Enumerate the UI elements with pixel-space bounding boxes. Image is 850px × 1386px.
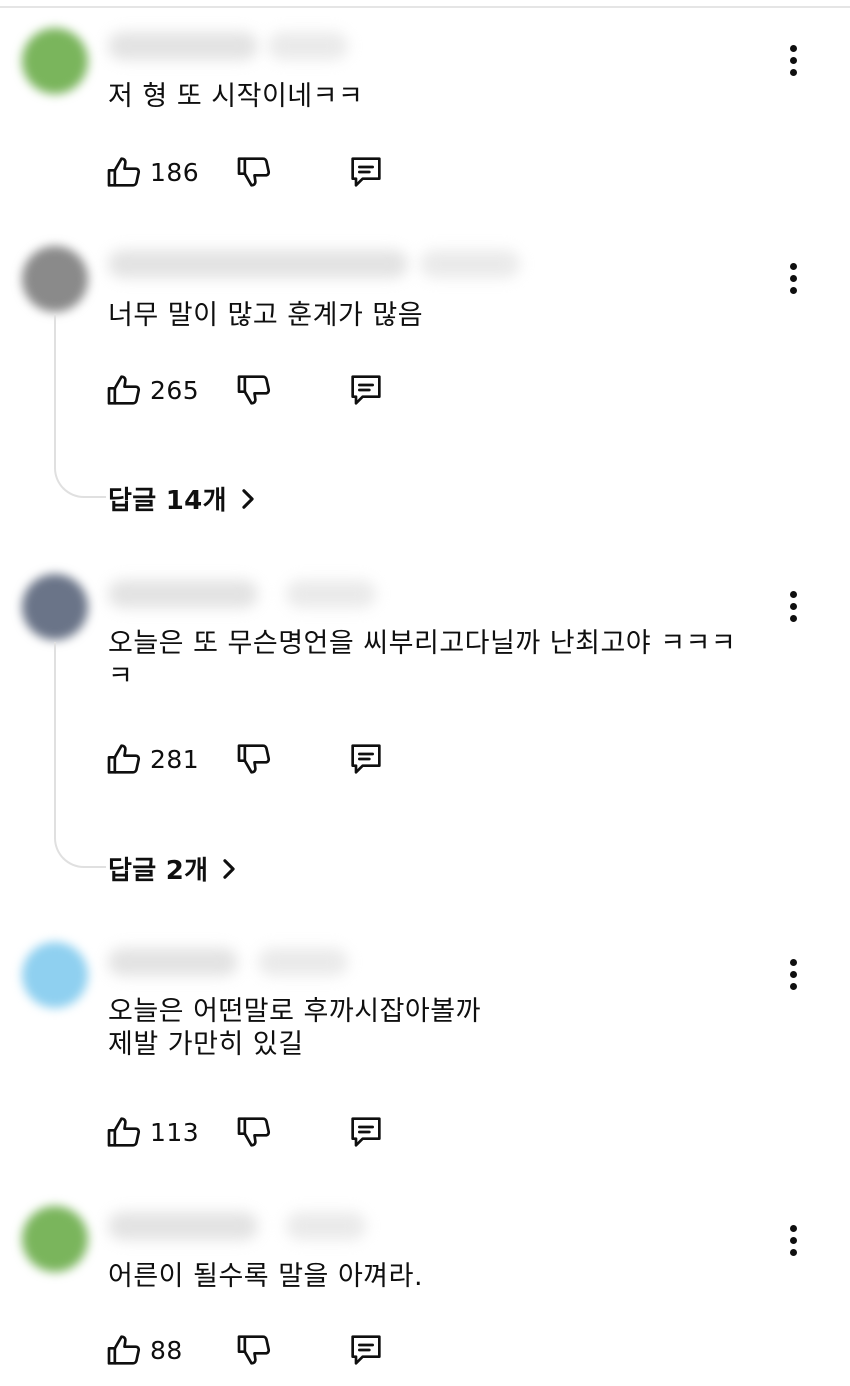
comment-text: 오늘은 어떤말로 후까시잡아볼까 제발 가만히 있길 bbox=[108, 996, 481, 1060]
author-name-redacted bbox=[108, 1212, 258, 1240]
reply-button[interactable] bbox=[346, 150, 386, 194]
more-options-button[interactable] bbox=[778, 586, 808, 626]
avatar[interactable] bbox=[22, 246, 88, 312]
like-button[interactable]: 186 bbox=[104, 150, 199, 194]
more-options-button[interactable] bbox=[778, 40, 808, 80]
reply-icon bbox=[351, 744, 381, 774]
like-count: 265 bbox=[150, 375, 200, 405]
reply-button[interactable] bbox=[346, 1110, 386, 1154]
top-divider bbox=[0, 6, 850, 8]
comment-actions: 265 bbox=[104, 368, 424, 412]
timestamp-redacted bbox=[268, 32, 348, 60]
like-count: 281 bbox=[150, 744, 200, 774]
like-count: 88 bbox=[150, 1335, 183, 1365]
chevron-right-icon bbox=[223, 858, 236, 879]
view-replies-button[interactable]: 답글 14개 bbox=[108, 480, 257, 517]
thumbs-down-icon bbox=[237, 375, 271, 405]
comment-text: 저 형 또 시작이네ㅋㅋ bbox=[108, 81, 364, 112]
author-name-redacted bbox=[108, 250, 408, 278]
dislike-button[interactable] bbox=[234, 368, 274, 412]
comment-text: 어른이 될수록 말을 아껴라. bbox=[108, 1261, 424, 1292]
more-options-button[interactable] bbox=[778, 954, 808, 994]
dislike-button[interactable] bbox=[234, 1110, 274, 1154]
reply-icon bbox=[351, 1117, 381, 1147]
like-button[interactable]: 113 bbox=[104, 1110, 199, 1154]
thumbs-up-icon bbox=[107, 157, 141, 187]
author-name-redacted bbox=[108, 580, 258, 608]
comment-actions: 186 bbox=[104, 150, 424, 194]
comment-actions: 281 bbox=[104, 737, 424, 781]
comment-text: 오늘은 또 무슨명언을 씨부리고다닐까 난최고야 ㅋㅋㅋ ㅋ bbox=[108, 628, 737, 692]
reply-icon bbox=[351, 1335, 381, 1365]
timestamp-redacted bbox=[286, 580, 376, 608]
reply-button[interactable] bbox=[346, 1328, 386, 1372]
thumbs-down-icon bbox=[237, 157, 271, 187]
dislike-button[interactable] bbox=[234, 150, 274, 194]
thumbs-up-icon bbox=[107, 744, 141, 774]
thumbs-down-icon bbox=[237, 744, 271, 774]
thread-connector-line bbox=[54, 314, 106, 498]
timestamp-redacted bbox=[258, 948, 348, 976]
avatar[interactable] bbox=[22, 28, 88, 94]
like-button[interactable]: 88 bbox=[104, 1328, 183, 1372]
chevron-right-icon bbox=[242, 488, 254, 509]
view-replies-button[interactable]: 답글 2개 bbox=[108, 850, 238, 887]
comment-actions: 113 bbox=[104, 1110, 424, 1154]
more-options-button[interactable] bbox=[778, 1220, 808, 1260]
dislike-button[interactable] bbox=[234, 1328, 274, 1372]
avatar[interactable] bbox=[22, 942, 88, 1008]
comment-actions: 88 bbox=[104, 1328, 424, 1372]
author-name-redacted bbox=[108, 32, 258, 60]
replies-label: 답글 14개 bbox=[108, 486, 227, 516]
dislike-button[interactable] bbox=[234, 737, 274, 781]
thumbs-down-icon bbox=[237, 1335, 271, 1365]
author-name-redacted bbox=[108, 948, 238, 976]
reply-button[interactable] bbox=[346, 737, 386, 781]
timestamp-redacted bbox=[420, 250, 520, 278]
replies-label: 답글 2개 bbox=[108, 856, 209, 886]
like-count: 186 bbox=[150, 157, 200, 187]
reply-button[interactable] bbox=[346, 368, 386, 412]
like-button[interactable]: 265 bbox=[104, 368, 199, 412]
comment-text: 너무 말이 많고 훈계가 많음 bbox=[108, 300, 424, 331]
thumbs-up-icon bbox=[107, 1117, 141, 1147]
reply-icon bbox=[351, 157, 381, 187]
like-button[interactable]: 281 bbox=[104, 737, 199, 781]
thread-connector-line bbox=[54, 642, 106, 868]
timestamp-redacted bbox=[286, 1212, 366, 1240]
thumbs-up-icon bbox=[107, 1335, 141, 1365]
reply-icon bbox=[351, 375, 381, 405]
thumbs-up-icon bbox=[107, 375, 141, 405]
thumbs-down-icon bbox=[237, 1117, 271, 1147]
avatar[interactable] bbox=[22, 574, 88, 640]
avatar[interactable] bbox=[22, 1206, 88, 1272]
more-options-button[interactable] bbox=[778, 258, 808, 298]
like-count: 113 bbox=[150, 1117, 200, 1147]
